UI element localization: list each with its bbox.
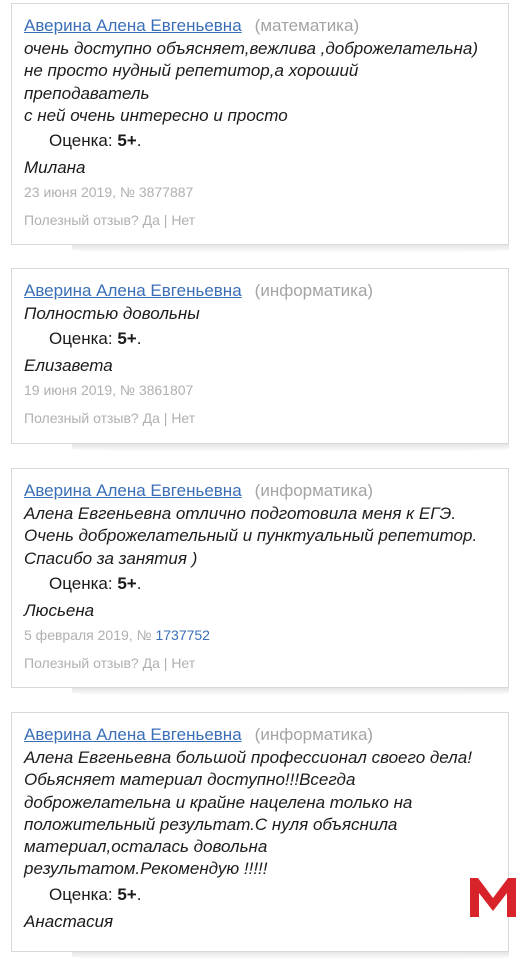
tutor-name-link[interactable]: Аверина Алена Евгеньевна [24, 481, 242, 500]
review-text-line: преподаватель [24, 83, 150, 103]
rating-value: 5+ [117, 573, 137, 593]
review-text: Полностью довольны [24, 303, 496, 325]
rating-value: 5+ [117, 131, 137, 151]
tutor-name-link[interactable]: Аверина Алена Евгеньевна [24, 725, 242, 744]
review-author: Анастасия [24, 911, 114, 931]
review-meta: 19 июня 2019, № 3861807 [24, 381, 496, 399]
helpful-yes-link[interactable]: Да [143, 410, 160, 426]
review-number: 3877887 [138, 184, 194, 201]
review-text: очень доступно объясняет,вежлива ,доброж… [24, 38, 496, 127]
helpful-no-link[interactable]: Нет [171, 212, 195, 228]
review-text-line: Алена Евгеньевна отлично подготовила мен… [24, 504, 457, 523]
review-text-line: результатом.Рекомендую !!!!! [24, 859, 268, 879]
rating-label: Оценка: [49, 131, 113, 151]
review-text-line: Алена Евгеньевна большой профессионал св… [24, 748, 472, 767]
review-text-line: положительный результат.С нуля объяснила [24, 814, 398, 834]
review-header: Аверина Алена Евгеньевна (информатика) [24, 480, 496, 502]
helpful-prompt: Полезный отзыв? Да | Нет [24, 211, 496, 229]
m-logo-svg [470, 878, 516, 917]
rating-label: Оценка: [49, 884, 113, 904]
rating: Оценка: 5+. [49, 328, 496, 350]
review-text-line: доброжелательна и крайне нацелена только… [24, 792, 413, 812]
rating-dot: . [136, 131, 142, 151]
review-text-line: Обьясняет материал доступно!!!Всегда [24, 770, 356, 790]
rating-value: 5+ [117, 884, 137, 904]
review-text-line: Полностью довольны [24, 304, 200, 323]
review-header: Аверина Алена Евгеньевна (математика) [24, 15, 496, 37]
review-author: Милана [24, 158, 86, 178]
tutor-name-link[interactable]: Аверина Алена Евгеньевна [24, 281, 242, 300]
m-logo-icon [469, 874, 517, 918]
helpful-question: Полезный отзыв? [24, 654, 139, 671]
helpful-prompt: Полезный отзыв? Да | Нет [24, 654, 496, 672]
review-text-line: очень доступно объясняет,вежлива ,доброж… [24, 39, 479, 58]
rating-label: Оценка: [49, 329, 113, 349]
review-text-line: с ней очень интересно и просто [24, 105, 288, 125]
review-header: Аверина Алена Евгеньевна (информатика) [24, 280, 496, 302]
helpful-no-link[interactable]: Нет [171, 410, 195, 426]
review-header: Аверина Алена Евгеньевна (информатика) [24, 724, 496, 746]
review-card: Аверина Алена Евгеньевна (информатика) Ал… [11, 468, 509, 696]
review-text-line: не просто нудный репетитор,а хороший [24, 61, 359, 81]
review-author: Елизавета [24, 356, 113, 376]
subject-label: (информатика) [254, 725, 374, 744]
rating-label: Оценка: [49, 573, 113, 593]
review-author: Люсьена [24, 600, 95, 620]
review-text: Алена Евгеньевна большой профессионал св… [24, 747, 496, 881]
rating-value: 5+ [117, 329, 137, 349]
helpful-separator: | [163, 212, 168, 229]
rating: Оценка: 5+. [49, 884, 496, 906]
helpful-separator: | [163, 654, 168, 671]
review-text-line: материал,осталась довольна [24, 837, 268, 857]
rating: Оценка: 5+. [49, 573, 496, 595]
review-meta: 5 февраля 2019, № 1737752 [24, 626, 496, 644]
rating-dot: . [136, 884, 142, 904]
subject-label: (математика) [254, 16, 360, 35]
subject-label: (информатика) [254, 281, 374, 300]
review-meta: 23 июня 2019, № 3877887 [24, 183, 496, 201]
review-number-link[interactable]: 1737752 [155, 627, 210, 643]
helpful-yes-link[interactable]: Да [143, 655, 160, 671]
tutor-name-link[interactable]: Аверина Алена Евгеньевна [24, 16, 242, 35]
review-text-line: Спасибо за занятия ) [24, 548, 198, 568]
review-text-line: Очень доброжелательный и пунктуальный ре… [24, 526, 478, 546]
review-card: Аверина Алена Евгеньевна (информатика) Ал… [11, 712, 509, 960]
helpful-question: Полезный отзыв? [24, 212, 139, 229]
review-number: 3861807 [138, 382, 194, 399]
rating-dot: . [136, 329, 142, 349]
subject-label: (информатика) [254, 481, 374, 500]
rating-dot: . [136, 573, 142, 593]
rating: Оценка: 5+. [49, 130, 496, 152]
review-text: Алена Евгеньевна отлично подготовила мен… [24, 503, 496, 570]
review-date: 5 февраля 2019, № [24, 626, 152, 643]
helpful-question: Полезный отзыв? [24, 410, 139, 427]
helpful-no-link[interactable]: Нет [171, 655, 195, 671]
helpful-yes-link[interactable]: Да [143, 212, 160, 228]
review-card: Аверина Алена Евгеньевна (математика) оче… [11, 3, 509, 253]
review-date: 19 июня 2019, № [24, 382, 135, 399]
review-date: 23 июня 2019, № [24, 184, 135, 201]
helpful-prompt: Полезный отзыв? Да | Нет [24, 409, 496, 427]
review-card: Аверина Алена Евгеньевна (информатика) По… [11, 268, 509, 452]
helpful-separator: | [163, 410, 168, 427]
